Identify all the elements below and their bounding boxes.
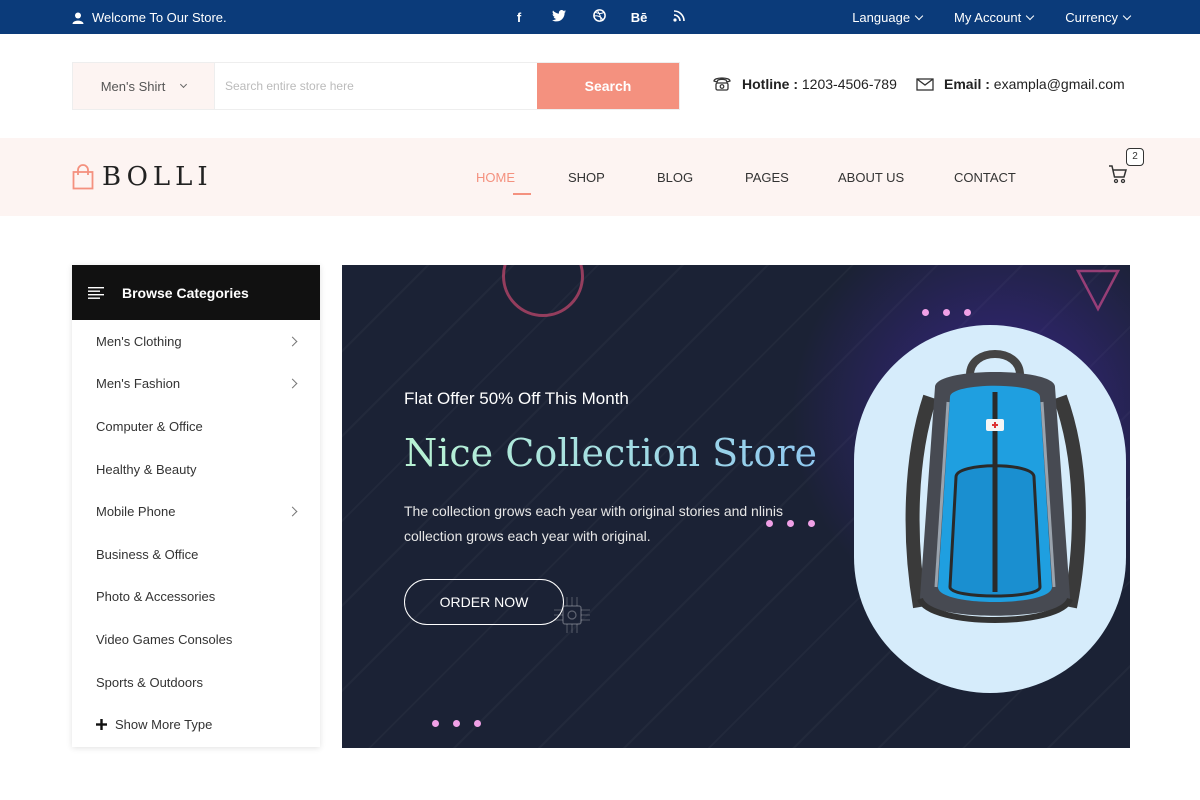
hero-description: The collection grows each year with orig…: [404, 503, 783, 544]
nav-shop[interactable]: SHOP: [568, 170, 657, 185]
behance-icon[interactable]: Bē: [630, 10, 648, 25]
main-navbar: BOLLI HOME SHOP BLOG PAGES ABOUT US CONT…: [0, 138, 1200, 216]
category-item[interactable]: Sports & Outdoors: [72, 661, 320, 704]
hotline: Hotline : 1203-4506-789: [712, 76, 897, 92]
chevron-right-icon: [287, 506, 298, 517]
nav-home[interactable]: HOME: [476, 170, 568, 195]
show-more-label: Show More Type: [115, 717, 213, 733]
nav-pages[interactable]: PAGES: [745, 170, 838, 185]
social-links: f Bē: [510, 9, 688, 25]
category-item[interactable]: Computer & Office: [72, 405, 320, 448]
nav-contact[interactable]: CONTACT: [954, 170, 1034, 185]
chevron-down-icon: [180, 80, 188, 89]
cart-count-badge: 2: [1126, 148, 1144, 166]
chevron-right-icon: [287, 336, 298, 347]
category-list: Men's Clothing Men's Fashion Computer & …: [72, 320, 320, 746]
rss-icon[interactable]: [670, 9, 688, 25]
search-input[interactable]: [215, 63, 537, 109]
category-item[interactable]: Business & Office: [72, 533, 320, 576]
dots-decoration: [432, 720, 481, 727]
category-label: Men's Fashion: [96, 376, 181, 392]
shopping-bag-icon: [72, 164, 94, 190]
currency-label: Currency: [1065, 10, 1118, 25]
plus-icon: [96, 719, 107, 731]
search-bar: Men's Shirt Search: [72, 62, 680, 110]
category-label: Mobile Phone: [96, 504, 176, 520]
email-label: Email :: [944, 76, 990, 92]
nav-blog[interactable]: BLOG: [657, 170, 745, 185]
hero-title: Nice Collection Store: [404, 431, 817, 475]
phone-icon: [713, 77, 731, 91]
dots-decoration: [922, 309, 971, 316]
category-item[interactable]: Photo & Accessories: [72, 576, 320, 619]
chevron-down-icon: [914, 11, 924, 21]
hero-banner: Flat Offer 50% Off This Month Nice Colle…: [342, 265, 1130, 748]
facebook-icon[interactable]: f: [510, 10, 528, 25]
menu-lines-icon: [88, 286, 104, 299]
category-sidebar: Browse Categories Men's Clothing Men's F…: [72, 265, 320, 747]
chevron-right-icon: [287, 378, 298, 389]
dribbble-icon[interactable]: [590, 9, 608, 25]
chevron-down-icon: [1122, 11, 1132, 21]
category-item[interactable]: Men's Fashion: [72, 363, 320, 406]
category-label: Photo & Accessories: [96, 589, 216, 605]
cart-icon: [1109, 165, 1127, 184]
language-label: Language: [852, 10, 911, 25]
category-label: Men's Clothing: [96, 333, 182, 349]
circuit-icon: [554, 597, 590, 633]
hero-offer: Flat Offer 50% Off This Month: [404, 389, 629, 408]
top-bar: Welcome To Our Store. f Bē Language My A…: [0, 0, 1200, 34]
order-now-button[interactable]: ORDER NOW: [404, 579, 564, 625]
backpack-image: [905, 350, 1086, 623]
nav-about-us[interactable]: ABOUT US: [838, 170, 954, 185]
category-label: Healthy & Beauty: [96, 461, 197, 477]
email-value: exampla@gmail.com: [993, 76, 1125, 92]
hotline-label: Hotline :: [742, 76, 798, 92]
account-label: My Account: [954, 10, 1022, 25]
triangle-decoration: [1076, 269, 1120, 312]
sidebar-title: Browse Categories: [122, 284, 249, 301]
account-dropdown[interactable]: My Account: [954, 10, 1035, 25]
search-button[interactable]: Search: [537, 63, 679, 109]
twitter-icon[interactable]: [550, 9, 568, 25]
category-item[interactable]: Men's Clothing: [72, 320, 320, 363]
welcome-text: Welcome To Our Store.: [92, 10, 227, 25]
category-item[interactable]: Video Games Consoles: [72, 618, 320, 661]
user-icon: [72, 12, 84, 24]
category-select-value: Men's Shirt: [100, 78, 166, 94]
category-label: Sports & Outdoors: [96, 674, 203, 690]
sidebar-header[interactable]: Browse Categories: [72, 265, 320, 320]
category-item[interactable]: Mobile Phone: [72, 490, 320, 533]
logo[interactable]: BOLLI: [72, 162, 213, 192]
search-row: Men's Shirt Search Hotline : 1203-4506-7…: [0, 34, 1200, 138]
email: Email : exampla@gmail.com: [916, 76, 1125, 92]
welcome-message: Welcome To Our Store.: [72, 10, 227, 25]
top-menus: Language My Account Currency: [852, 10, 1132, 25]
category-label: Computer & Office: [96, 418, 203, 434]
hotline-value: 1203-4506-789: [801, 76, 897, 92]
currency-dropdown[interactable]: Currency: [1065, 10, 1132, 25]
category-label: Business & Office: [96, 546, 199, 562]
cart-button[interactable]: 2: [1108, 148, 1144, 189]
category-label: Video Games Consoles: [96, 631, 233, 647]
envelope-icon: [916, 77, 934, 91]
main-nav: HOME SHOP BLOG PAGES ABOUT US CONTACT: [476, 170, 1034, 195]
category-item[interactable]: Healthy & Beauty: [72, 448, 320, 491]
chevron-down-icon: [1026, 11, 1035, 21]
show-more-link[interactable]: Show More Type: [72, 703, 320, 746]
logo-text: BOLLI: [102, 162, 213, 192]
language-dropdown[interactable]: Language: [852, 10, 924, 25]
category-select[interactable]: Men's Shirt: [73, 63, 215, 109]
